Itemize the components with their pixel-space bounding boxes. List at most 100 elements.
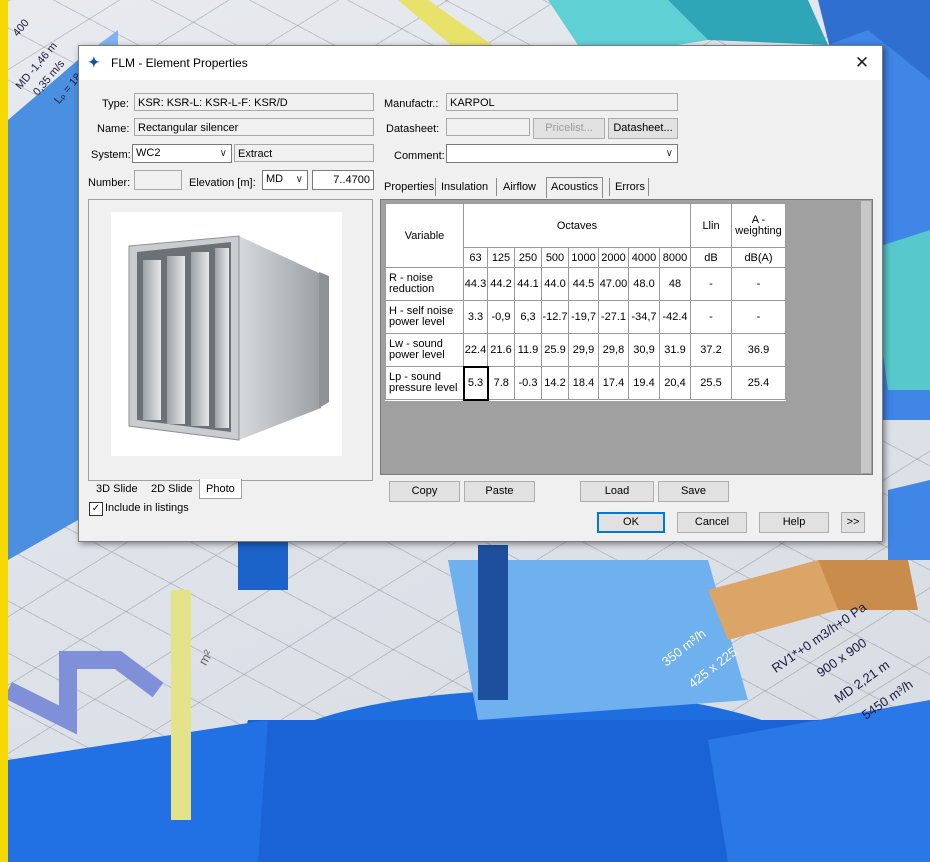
- table-cell[interactable]: -34,7: [628, 300, 660, 334]
- aweight-header: A - weighting: [731, 203, 786, 248]
- band-header: 500: [541, 247, 569, 268]
- table-cell[interactable]: 48: [659, 267, 691, 301]
- table-cell[interactable]: -12.7: [541, 300, 569, 334]
- help-button[interactable]: Help: [759, 512, 829, 533]
- tab-photo[interactable]: Photo: [199, 479, 242, 499]
- elevation-ref-select[interactable]: MD ∨: [262, 170, 308, 190]
- pricelist-button[interactable]: Pricelist...: [533, 118, 605, 139]
- band-header: 8000: [659, 247, 691, 268]
- table-cell[interactable]: 44.1: [514, 267, 542, 301]
- vertical-scrollbar[interactable]: [861, 201, 871, 473]
- table-cell-selected[interactable]: 5.3: [462, 365, 489, 401]
- table-cell: 37.2: [690, 333, 732, 367]
- band-header: 1000: [568, 247, 599, 268]
- tab-3d-slide[interactable]: 3D Slide: [90, 479, 144, 499]
- datasheet-label: Datasheet:: [386, 123, 440, 135]
- chevron-down-icon: ∨: [665, 148, 673, 159]
- table-cell: -: [690, 300, 732, 334]
- ok-button[interactable]: OK: [597, 512, 665, 533]
- band-header: 250: [514, 247, 542, 268]
- paste-button[interactable]: Paste: [464, 481, 535, 502]
- tab-properties[interactable]: Properties: [384, 178, 434, 196]
- table-cell[interactable]: 22.4: [463, 333, 488, 367]
- expand-button[interactable]: >>: [841, 512, 865, 533]
- table-row: Lw - sound power level 22.4 21.6 11.9 25…: [385, 333, 786, 367]
- table-cell: -: [690, 267, 732, 301]
- octaves-header: Octaves: [463, 203, 691, 248]
- tab-acoustics[interactable]: Acoustics: [546, 177, 604, 198]
- acoustics-table: Variable Octaves Llin A - weighting 63 1…: [385, 203, 786, 401]
- table-cell[interactable]: -0,9: [487, 300, 515, 334]
- tab-separator: [648, 178, 649, 196]
- table-cell[interactable]: 31.9: [659, 333, 691, 367]
- table-cell[interactable]: -42.4: [659, 300, 691, 334]
- app-icon: ✦: [88, 54, 100, 70]
- band-header: 125: [487, 247, 515, 268]
- table-cell[interactable]: 25.9: [541, 333, 569, 367]
- name-label: Name:: [97, 123, 130, 135]
- table-row: Lp - sound pressure level 5.3 7.8 -0.3 1…: [385, 365, 786, 401]
- title-bar[interactable]: ✦ FLM - Element Properties ✕: [79, 46, 882, 80]
- table-cell[interactable]: 44.2: [487, 267, 515, 301]
- acoustics-panel: Variable Octaves Llin A - weighting 63 1…: [380, 199, 873, 475]
- row-label: Lw - sound power level: [385, 333, 464, 367]
- table-cell[interactable]: 11.9: [514, 333, 542, 367]
- system-select[interactable]: WC2 ∨: [132, 144, 232, 163]
- elevation-label: Elevation [m]:: [189, 177, 256, 189]
- number-field[interactable]: [134, 170, 182, 190]
- row-label: R - noise reduction: [385, 267, 464, 301]
- tab-insulation[interactable]: Insulation: [441, 178, 488, 196]
- chevron-down-icon: ∨: [219, 148, 227, 159]
- datasheet-button[interactable]: Datasheet...: [608, 118, 678, 139]
- tab-2d-slide[interactable]: 2D Slide: [145, 479, 199, 499]
- table-cell[interactable]: 6,3: [514, 300, 542, 334]
- comment-select[interactable]: ∨: [446, 144, 678, 163]
- table-cell[interactable]: 3.3: [463, 300, 488, 334]
- table-cell[interactable]: -0.3: [514, 366, 542, 400]
- table-cell[interactable]: 14.2: [541, 366, 569, 400]
- table-cell[interactable]: 44.3: [463, 267, 488, 301]
- table-cell[interactable]: 19.4: [628, 366, 660, 400]
- include-in-listings-checkbox[interactable]: ✓: [89, 502, 103, 516]
- band-header: 2000: [598, 247, 629, 268]
- manufacturer-field: KARPOL: [446, 93, 678, 111]
- elevation-input[interactable]: 7..4700: [312, 170, 374, 190]
- table-cell[interactable]: 20,4: [659, 366, 691, 400]
- variable-header: Variable: [385, 203, 464, 268]
- table-cell[interactable]: 29,9: [568, 333, 599, 367]
- comment-label: Comment:: [394, 150, 445, 162]
- table-cell[interactable]: 7.8: [487, 366, 515, 400]
- save-button[interactable]: Save: [658, 481, 729, 502]
- table-cell[interactable]: -27.1: [598, 300, 629, 334]
- tab-airflow[interactable]: Airflow: [503, 178, 536, 196]
- table-cell: 25.5: [690, 366, 732, 400]
- number-label: Number:: [88, 177, 131, 189]
- elevation-ref-value: MD: [266, 173, 284, 185]
- table-cell[interactable]: 30,9: [628, 333, 660, 367]
- table-cell[interactable]: 47.00: [598, 267, 629, 301]
- silencer-photo: [111, 212, 342, 456]
- table-cell: 25.4: [731, 366, 786, 400]
- table-cell[interactable]: 48.0: [628, 267, 660, 301]
- table-cell[interactable]: -19,7: [568, 300, 599, 334]
- copy-button[interactable]: Copy: [389, 481, 460, 502]
- load-button[interactable]: Load: [580, 481, 654, 502]
- row-label: H - self noise power level: [385, 300, 464, 334]
- table-cell: -: [731, 300, 786, 334]
- tab-errors[interactable]: Errors: [615, 178, 645, 196]
- table-cell: -: [731, 267, 786, 301]
- table-cell[interactable]: 18.4: [568, 366, 599, 400]
- table-cell[interactable]: 44.5: [568, 267, 599, 301]
- silencer-image: [128, 235, 329, 441]
- system-select-value: WC2: [136, 147, 161, 159]
- table-cell[interactable]: 21.6: [487, 333, 515, 367]
- close-icon[interactable]: ✕: [848, 50, 876, 76]
- tab-separator: [609, 178, 610, 196]
- cancel-button[interactable]: Cancel: [677, 512, 747, 533]
- llin-header: Llin: [690, 203, 732, 248]
- chevron-down-icon: ∨: [295, 174, 303, 185]
- table-cell[interactable]: 29,8: [598, 333, 629, 367]
- table-cell[interactable]: 44.0: [541, 267, 569, 301]
- table-cell[interactable]: 17.4: [598, 366, 629, 400]
- llin-unit: dB: [690, 247, 732, 268]
